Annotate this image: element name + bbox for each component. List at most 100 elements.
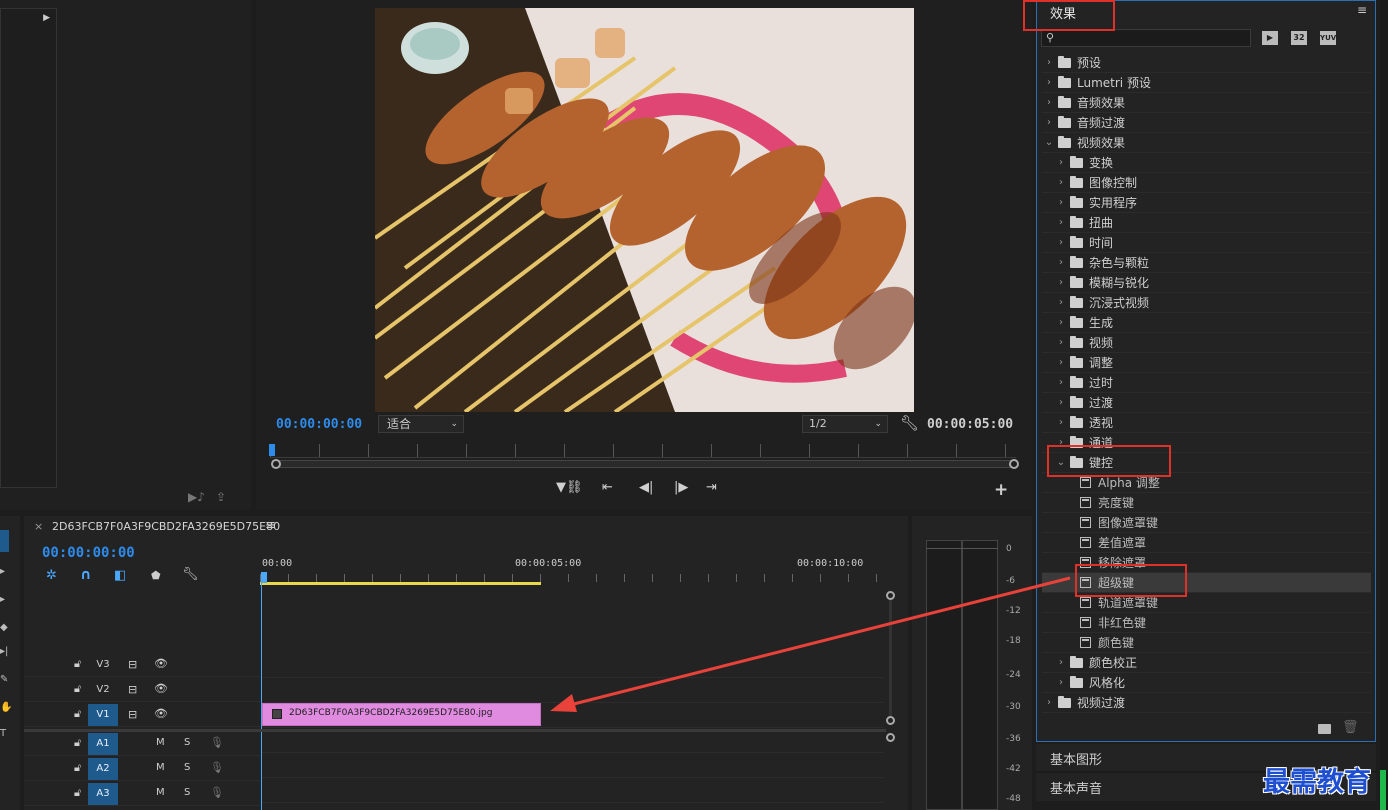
effects-bin[interactable]: › 透视: [1042, 413, 1371, 433]
sync-lock-icon[interactable]: ⊟: [128, 683, 137, 696]
effects-bin[interactable]: › 过渡: [1042, 393, 1371, 413]
insert-marker-icon[interactable]: ▼⛓: [556, 480, 583, 495]
effects-bin[interactable]: › 时间: [1042, 233, 1371, 253]
chevron-right-icon[interactable]: ›: [1044, 97, 1054, 108]
chevron-right-icon[interactable]: ›: [1056, 397, 1066, 408]
razor-tool-icon[interactable]: ◆: [0, 622, 8, 633]
effects-bin[interactable]: › 风格化: [1042, 673, 1371, 693]
audio-scrub-icon[interactable]: ▶♪: [188, 490, 205, 504]
eye-icon[interactable]: 👁︎: [154, 682, 168, 695]
chevron-right-icon[interactable]: ›: [1056, 417, 1066, 428]
solo-button[interactable]: S: [184, 787, 190, 798]
right-scrollbar[interactable]: [1380, 0, 1388, 810]
effects-bin[interactable]: › 调整: [1042, 353, 1371, 373]
lock-icon[interactable]: 🔓︎: [74, 786, 81, 800]
program-current-timecode[interactable]: 00:00:00:00: [276, 417, 362, 432]
selection-tool-icon[interactable]: [0, 530, 9, 552]
effect-item[interactable]: 颜色键: [1042, 633, 1371, 653]
microphone-icon[interactable]: 🎙︎: [210, 761, 224, 774]
hand-tool-icon[interactable]: ✋: [0, 702, 12, 713]
program-playhead[interactable]: [269, 444, 275, 456]
effects-bin[interactable]: › 杂色与颗粒: [1042, 253, 1371, 273]
step-back-icon[interactable]: ◀|: [639, 480, 653, 495]
effects-bin[interactable]: › 生成: [1042, 313, 1371, 333]
effects-bin[interactable]: › 预设: [1042, 53, 1371, 73]
track-target[interactable]: A1: [88, 733, 118, 755]
eye-icon[interactable]: 👁︎: [154, 657, 168, 670]
chevron-right-icon[interactable]: ›: [1056, 337, 1066, 348]
timeline-settings-icon[interactable]: 🔧︎: [182, 567, 199, 582]
project-list-area[interactable]: ▶: [0, 8, 57, 488]
go-to-out-icon[interactable]: ⇥: [706, 480, 717, 495]
chevron-right-icon[interactable]: ›: [1056, 317, 1066, 328]
slip-tool-icon[interactable]: ▸|: [0, 646, 8, 657]
effects-bin[interactable]: › 变换: [1042, 153, 1371, 173]
pen-tool-icon[interactable]: ✎: [0, 674, 8, 685]
effects-bin[interactable]: › 音频过渡: [1042, 113, 1371, 133]
lock-icon[interactable]: 🔓︎: [74, 761, 81, 775]
chevron-right-icon[interactable]: ›: [1056, 237, 1066, 248]
32bit-filter-icon[interactable]: 32: [1291, 31, 1307, 45]
eye-icon[interactable]: 👁︎: [154, 707, 168, 720]
chevron-right-icon[interactable]: ›: [1044, 117, 1054, 128]
new-bin-icon[interactable]: [1318, 724, 1331, 734]
export-frame-icon[interactable]: ⇪: [216, 490, 226, 504]
lock-icon[interactable]: 🔓︎: [74, 657, 81, 671]
panel-menu-icon[interactable]: ≡: [1357, 3, 1367, 17]
track-target[interactable]: V2: [88, 679, 118, 701]
effects-bin[interactable]: › 模糊与锐化: [1042, 273, 1371, 293]
chevron-right-icon[interactable]: ›: [1044, 77, 1054, 88]
chevron-right-icon[interactable]: ›: [1056, 217, 1066, 228]
resolution-select[interactable]: 1/2 ⌄: [802, 415, 888, 433]
effects-bin[interactable]: › 沉浸式视频: [1042, 293, 1371, 313]
close-tab-icon[interactable]: ×: [34, 520, 43, 533]
wrench-settings-icon[interactable]: 🔧︎: [900, 414, 919, 432]
lock-icon[interactable]: 🔓︎: [74, 682, 81, 696]
track-target[interactable]: V1: [88, 704, 118, 726]
effects-bin[interactable]: › 过时: [1042, 373, 1371, 393]
accelerated-effects-filter-icon[interactable]: ▶: [1262, 31, 1278, 45]
track-target[interactable]: A3: [88, 783, 118, 805]
chevron-right-icon[interactable]: ›: [1056, 197, 1066, 208]
sequence-menu-icon[interactable]: ≡: [265, 518, 276, 533]
chevron-down-icon[interactable]: ⌄: [1044, 137, 1054, 148]
timeline-clip-v1[interactable]: 2D63FCB7F0A3F9CBD2FA3269E5D75E80.jpg: [262, 703, 541, 726]
microphone-icon[interactable]: 🎙︎: [210, 786, 224, 799]
chevron-right-icon[interactable]: ›: [1056, 297, 1066, 308]
work-area-bar[interactable]: [260, 582, 541, 585]
fit-select[interactable]: 适合 ⌄: [378, 415, 464, 433]
effects-search-input[interactable]: ⚲: [1041, 29, 1251, 47]
chevron-right-icon[interactable]: ›: [1056, 277, 1066, 288]
nest-toggle-icon[interactable]: ✲: [46, 568, 57, 583]
solo-button[interactable]: S: [184, 762, 190, 773]
chevron-right-icon[interactable]: ›: [1056, 177, 1066, 188]
ripple-tool-icon[interactable]: ▸: [0, 594, 5, 605]
chevron-right-icon[interactable]: ›: [1056, 357, 1066, 368]
track-target[interactable]: V3: [88, 654, 118, 676]
effects-bin[interactable]: ⌄ 视频效果: [1042, 133, 1371, 153]
microphone-icon[interactable]: 🎙︎: [210, 736, 224, 749]
yuv-filter-icon[interactable]: YUV: [1320, 31, 1336, 45]
effects-bin[interactable]: › 实用程序: [1042, 193, 1371, 213]
lock-icon[interactable]: 🔓︎: [74, 707, 81, 721]
snap-magnet-icon[interactable]: ∩: [80, 567, 91, 583]
type-tool-icon[interactable]: T: [0, 728, 6, 739]
program-zoom-bar[interactable]: [272, 460, 1016, 468]
effects-bin[interactable]: › Lumetri 预设: [1042, 73, 1371, 93]
zoom-handle-left[interactable]: [271, 459, 281, 469]
step-forward-icon[interactable]: |▶: [674, 480, 688, 495]
mute-button[interactable]: M: [156, 737, 165, 748]
chevron-right-icon[interactable]: ›: [1056, 377, 1066, 388]
chevron-right-icon[interactable]: ›: [1056, 157, 1066, 168]
effects-bin[interactable]: › 图像控制: [1042, 173, 1371, 193]
mute-button[interactable]: M: [156, 762, 165, 773]
lock-icon[interactable]: 🔓︎: [74, 736, 81, 750]
program-mini-ruler[interactable]: [270, 444, 1016, 458]
effects-bin[interactable]: › 扭曲: [1042, 213, 1371, 233]
chevron-right-icon[interactable]: ›: [1056, 257, 1066, 268]
effects-bin[interactable]: › 视频: [1042, 333, 1371, 353]
track-target[interactable]: A2: [88, 758, 118, 780]
timeline-playhead-head[interactable]: [261, 572, 267, 583]
effects-bin[interactable]: › 颜色校正: [1042, 653, 1371, 673]
effect-item[interactable]: 非红色键: [1042, 613, 1371, 633]
